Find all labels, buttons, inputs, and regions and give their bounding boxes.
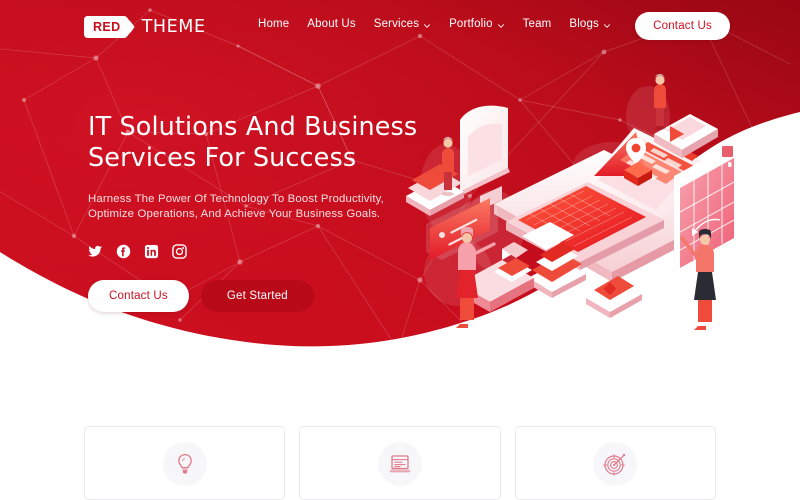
target-dart-icon — [603, 453, 626, 476]
nav-item-label: Team — [522, 18, 552, 30]
hero-subtitle: Harness The Power Of Technology To Boost… — [88, 193, 384, 221]
nav-item-services[interactable]: Services — [374, 18, 431, 30]
laptop-browser-icon — [389, 455, 411, 473]
chevron-down-icon — [423, 21, 431, 29]
card-icon-circle — [162, 442, 207, 486]
hero-illustration — [398, 72, 800, 334]
feature-card-3[interactable] — [514, 426, 716, 500]
brand-logo[interactable]: RED THEME — [84, 13, 206, 41]
feature-cards — [84, 426, 716, 500]
hero-contact-us-button[interactable]: Contact Us — [88, 280, 189, 313]
page-root: RED THEME Home About Us Services Portfol… — [0, 0, 800, 500]
hero-title-line-2: Services For Success — [88, 143, 357, 173]
social-links — [88, 244, 418, 260]
isometric-it-workspace-illustration — [406, 74, 740, 330]
nav-item-label: Services — [373, 18, 420, 30]
nav-item-label: Portfolio — [449, 18, 493, 30]
chevron-down-icon — [603, 21, 611, 29]
hero-title-line-1: IT Solutions And Business — [88, 112, 418, 142]
hero-content: IT Solutions And Business Services For S… — [88, 112, 418, 313]
top-navigation-bar: RED THEME Home About Us Services Portfol… — [0, 0, 800, 54]
facebook-icon[interactable] — [116, 244, 131, 259]
feature-card-2[interactable] — [299, 426, 501, 500]
hero-title: IT Solutions And Business Services For S… — [88, 112, 418, 174]
hero-buttons: Contact Us Get Started — [88, 280, 418, 313]
nav-item-label: Blogs — [569, 18, 599, 30]
instagram-icon[interactable] — [172, 244, 187, 260]
nav-item-home[interactable]: Home — [258, 18, 289, 30]
hero-get-started-button[interactable]: Get Started — [200, 280, 314, 313]
nav-item-blogs[interactable]: Blogs — [569, 18, 611, 30]
feature-card-1[interactable] — [84, 426, 286, 500]
card-icon-circle — [593, 442, 638, 486]
nav-item-label: About Us — [307, 18, 356, 30]
nav-contact-us-button[interactable]: Contact Us — [635, 12, 730, 40]
nav-item-label: Home — [258, 18, 290, 30]
nav-item-about-us[interactable]: About Us — [307, 18, 356, 30]
card-icon-circle — [377, 442, 422, 486]
logo-mark-text: RED — [93, 20, 121, 34]
twitter-icon[interactable] — [88, 244, 103, 259]
chevron-down-icon — [497, 21, 505, 29]
lightbulb-icon — [177, 453, 192, 474]
nav-item-team[interactable]: Team — [523, 18, 552, 30]
nav-item-portfolio[interactable]: Portfolio — [449, 18, 505, 30]
linkedin-icon[interactable] — [144, 244, 159, 259]
nav-links: Home About Us Services Portfolio Team Bl… — [258, 18, 611, 30]
logo-name-text: THEME — [141, 17, 206, 37]
tag-bubble-logo-icon: RED — [84, 16, 135, 38]
